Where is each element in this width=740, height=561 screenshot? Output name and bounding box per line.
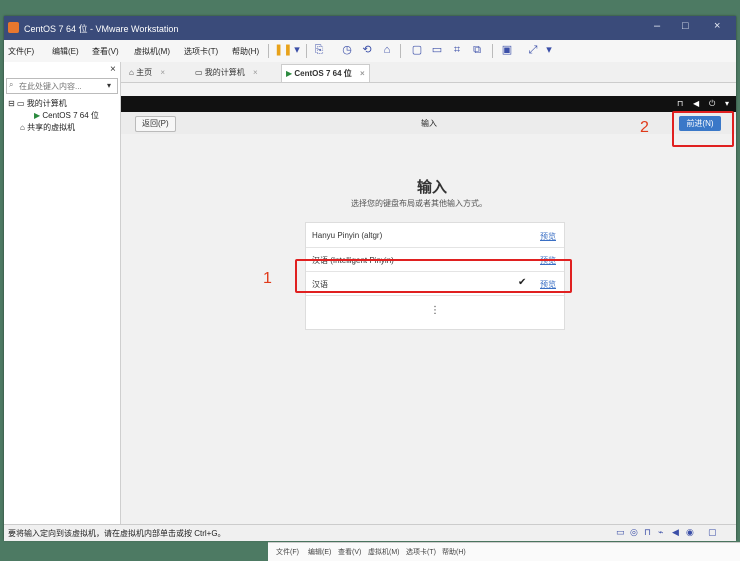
chevron-down-icon[interactable]: ▾ xyxy=(107,81,111,90)
status-bar: 要将输入定向到该虚拟机，请在虚拟机内部单击或按 Ctrl+G。 ▭ ◎ ⊓ ⌁ … xyxy=(4,524,736,541)
autofit-icon[interactable]: ⧉ xyxy=(470,43,484,57)
tab-home[interactable]: ⌂ 主页 × xyxy=(125,64,169,81)
console-icon[interactable]: ▣ xyxy=(500,43,514,57)
message-icon[interactable]: ▢ xyxy=(708,527,717,538)
network-icon[interactable]: ⊓ xyxy=(677,99,683,108)
menu-file: 文件(F) xyxy=(276,549,299,556)
unity-icon[interactable]: ▭ xyxy=(430,43,444,57)
menu-file[interactable]: 文件(F) xyxy=(8,46,34,57)
annotation-number-1: 1 xyxy=(263,270,272,287)
page-subtitle: 选择您的键盘布局或者其他输入方式。 xyxy=(351,199,487,208)
menu-vm: 虚拟机(M) xyxy=(368,549,400,556)
dropdown-icon[interactable]: ▾ xyxy=(290,43,304,57)
vm-icon: ▶ xyxy=(34,111,41,120)
annotation-number-2: 2 xyxy=(640,119,649,136)
input-option-hanyu-pinyin[interactable]: Hanyu Pinyin (altgr) 预览 xyxy=(306,223,564,248)
manage-snapshots-icon[interactable]: ⌂ xyxy=(380,43,394,57)
tree-item-my-computer[interactable]: ⊟ ▭ 我的计算机 xyxy=(8,98,67,109)
tab-label: CentOS 7 64 位 xyxy=(294,69,352,78)
vm-top-panel: ⊓ ◀ ⏻ ▾ xyxy=(121,96,736,112)
search-icon: ⌕ xyxy=(9,80,14,89)
vmware-app-icon xyxy=(8,22,19,33)
status-message: 要将输入定向到该虚拟机，请在虚拟机内部单击或按 Ctrl+G。 xyxy=(8,529,226,538)
tab-my-computer[interactable]: ▭ 我的计算机 × xyxy=(191,64,262,81)
tab-close-icon[interactable]: × xyxy=(160,68,165,77)
tab-bar: ⌂ 主页 × ▭ 我的计算机 × ▶ CentOS 7 64 位 × xyxy=(121,62,736,83)
highlight-box-next xyxy=(672,111,734,147)
library-close-icon[interactable]: × xyxy=(110,64,116,75)
volume-icon[interactable]: ◀ xyxy=(693,99,699,108)
maximize-button[interactable]: □ xyxy=(682,20,689,32)
tab-centos[interactable]: ▶ CentOS 7 64 位 × xyxy=(281,64,370,82)
close-button[interactable]: × xyxy=(714,20,720,32)
tab-label: 主页 xyxy=(136,68,153,77)
title-bar: CentOS 7 64 位 - VMware Workstation – □ × xyxy=(4,16,736,40)
menu-edit[interactable]: 编辑(E) xyxy=(52,46,79,57)
tree-item-shared-vms[interactable]: ⌂ 共享的虚拟机 xyxy=(20,122,75,133)
tree-item-centos[interactable]: ▶ CentOS 7 64 位 xyxy=(34,110,99,121)
background-menu-strip: 文件(F) 编辑(E) 查看(V) 虚拟机(M) 选项卡(T) 帮助(H) xyxy=(268,542,740,561)
vm-installer-body: 输入 选择您的键盘布局或者其他输入方式。 Hanyu Pinyin (altgr… xyxy=(121,134,736,524)
stretch-icon[interactable]: ⌗ xyxy=(450,43,464,57)
pause-icon[interactable]: ❚❚ xyxy=(274,43,292,57)
snapshot-icon[interactable]: ◷ xyxy=(340,43,354,57)
minimize-button[interactable]: – xyxy=(654,20,660,32)
tab-close-icon[interactable]: × xyxy=(253,68,258,77)
revert-icon[interactable]: ⟲ xyxy=(360,43,374,57)
toolbar-divider xyxy=(306,44,307,58)
library-panel: × ⌕ 在此处键入内容... ▾ ⊟ ▭ 我的计算机 ▶ CentOS 7 64… xyxy=(4,62,121,524)
toolbar-divider xyxy=(492,44,493,58)
installer-header-title: 输入 xyxy=(421,119,437,128)
tab-label: 我的计算机 xyxy=(204,68,245,77)
toolbar-divider xyxy=(268,44,269,58)
vmware-window: CentOS 7 64 位 - VMware Workstation – □ ×… xyxy=(4,16,736,541)
computer-icon: ▭ xyxy=(195,68,203,77)
tree-item-label: CentOS 7 64 位 xyxy=(42,111,99,120)
highlight-box-option xyxy=(295,259,572,293)
menu-vm[interactable]: 虚拟机(M) xyxy=(134,46,170,57)
preview-link[interactable]: 预览 xyxy=(540,231,556,242)
more-options-icon[interactable]: ⋮ xyxy=(430,305,440,316)
tab-close-icon[interactable]: × xyxy=(360,69,365,78)
library-search-input[interactable]: ⌕ 在此处键入内容... ▾ xyxy=(6,78,118,94)
cd-icon[interactable]: ◎ xyxy=(630,527,638,538)
view-icon[interactable]: ⤢ xyxy=(526,43,540,57)
network-adapter-icon[interactable]: ⊓ xyxy=(644,527,651,538)
send-keys-icon[interactable]: ⎘ xyxy=(312,43,326,57)
menu-help: 帮助(H) xyxy=(442,549,466,556)
vm-icon: ▶ xyxy=(286,69,293,78)
usb-icon[interactable]: ⌁ xyxy=(658,527,663,538)
display-icon[interactable]: ◉ xyxy=(686,527,694,538)
menu-bar: 文件(F) 编辑(E) 查看(V) 虚拟机(M) 选项卡(T) 帮助(H) ❚❚… xyxy=(4,40,736,63)
page-title: 输入 xyxy=(417,179,448,196)
menu-view: 查看(V) xyxy=(338,549,362,556)
shared-vm-icon: ⌂ xyxy=(20,123,25,132)
computer-icon: ▭ xyxy=(16,99,25,108)
dropdown-icon[interactable]: ▾ xyxy=(542,43,556,57)
toolbar-divider xyxy=(400,44,401,58)
search-placeholder: 在此处键入内容... xyxy=(19,82,82,91)
back-button[interactable]: 返回(P) xyxy=(135,116,176,132)
menu-tabs: 选项卡(T) xyxy=(406,549,436,556)
window-title: CentOS 7 64 位 - VMware Workstation xyxy=(24,24,179,34)
option-label: Hanyu Pinyin (altgr) xyxy=(312,231,383,240)
fullscreen-icon[interactable]: ▢ xyxy=(410,43,424,57)
tree-item-label: 共享的虚拟机 xyxy=(27,123,76,132)
power-icon[interactable]: ⏻ xyxy=(709,99,715,109)
menu-help[interactable]: 帮助(H) xyxy=(232,46,259,57)
menu-view[interactable]: 查看(V) xyxy=(92,46,119,57)
home-icon: ⌂ xyxy=(129,68,134,77)
menu-tabs[interactable]: 选项卡(T) xyxy=(184,46,218,57)
tree-item-label: 我的计算机 xyxy=(26,99,67,108)
menu-edit: 编辑(E) xyxy=(308,549,332,556)
chevron-down-icon[interactable]: ▾ xyxy=(725,99,729,108)
hdd-icon[interactable]: ▭ xyxy=(616,527,625,538)
sound-icon[interactable]: ◀ xyxy=(672,527,679,538)
collapse-icon[interactable]: ⊟ xyxy=(8,99,15,108)
